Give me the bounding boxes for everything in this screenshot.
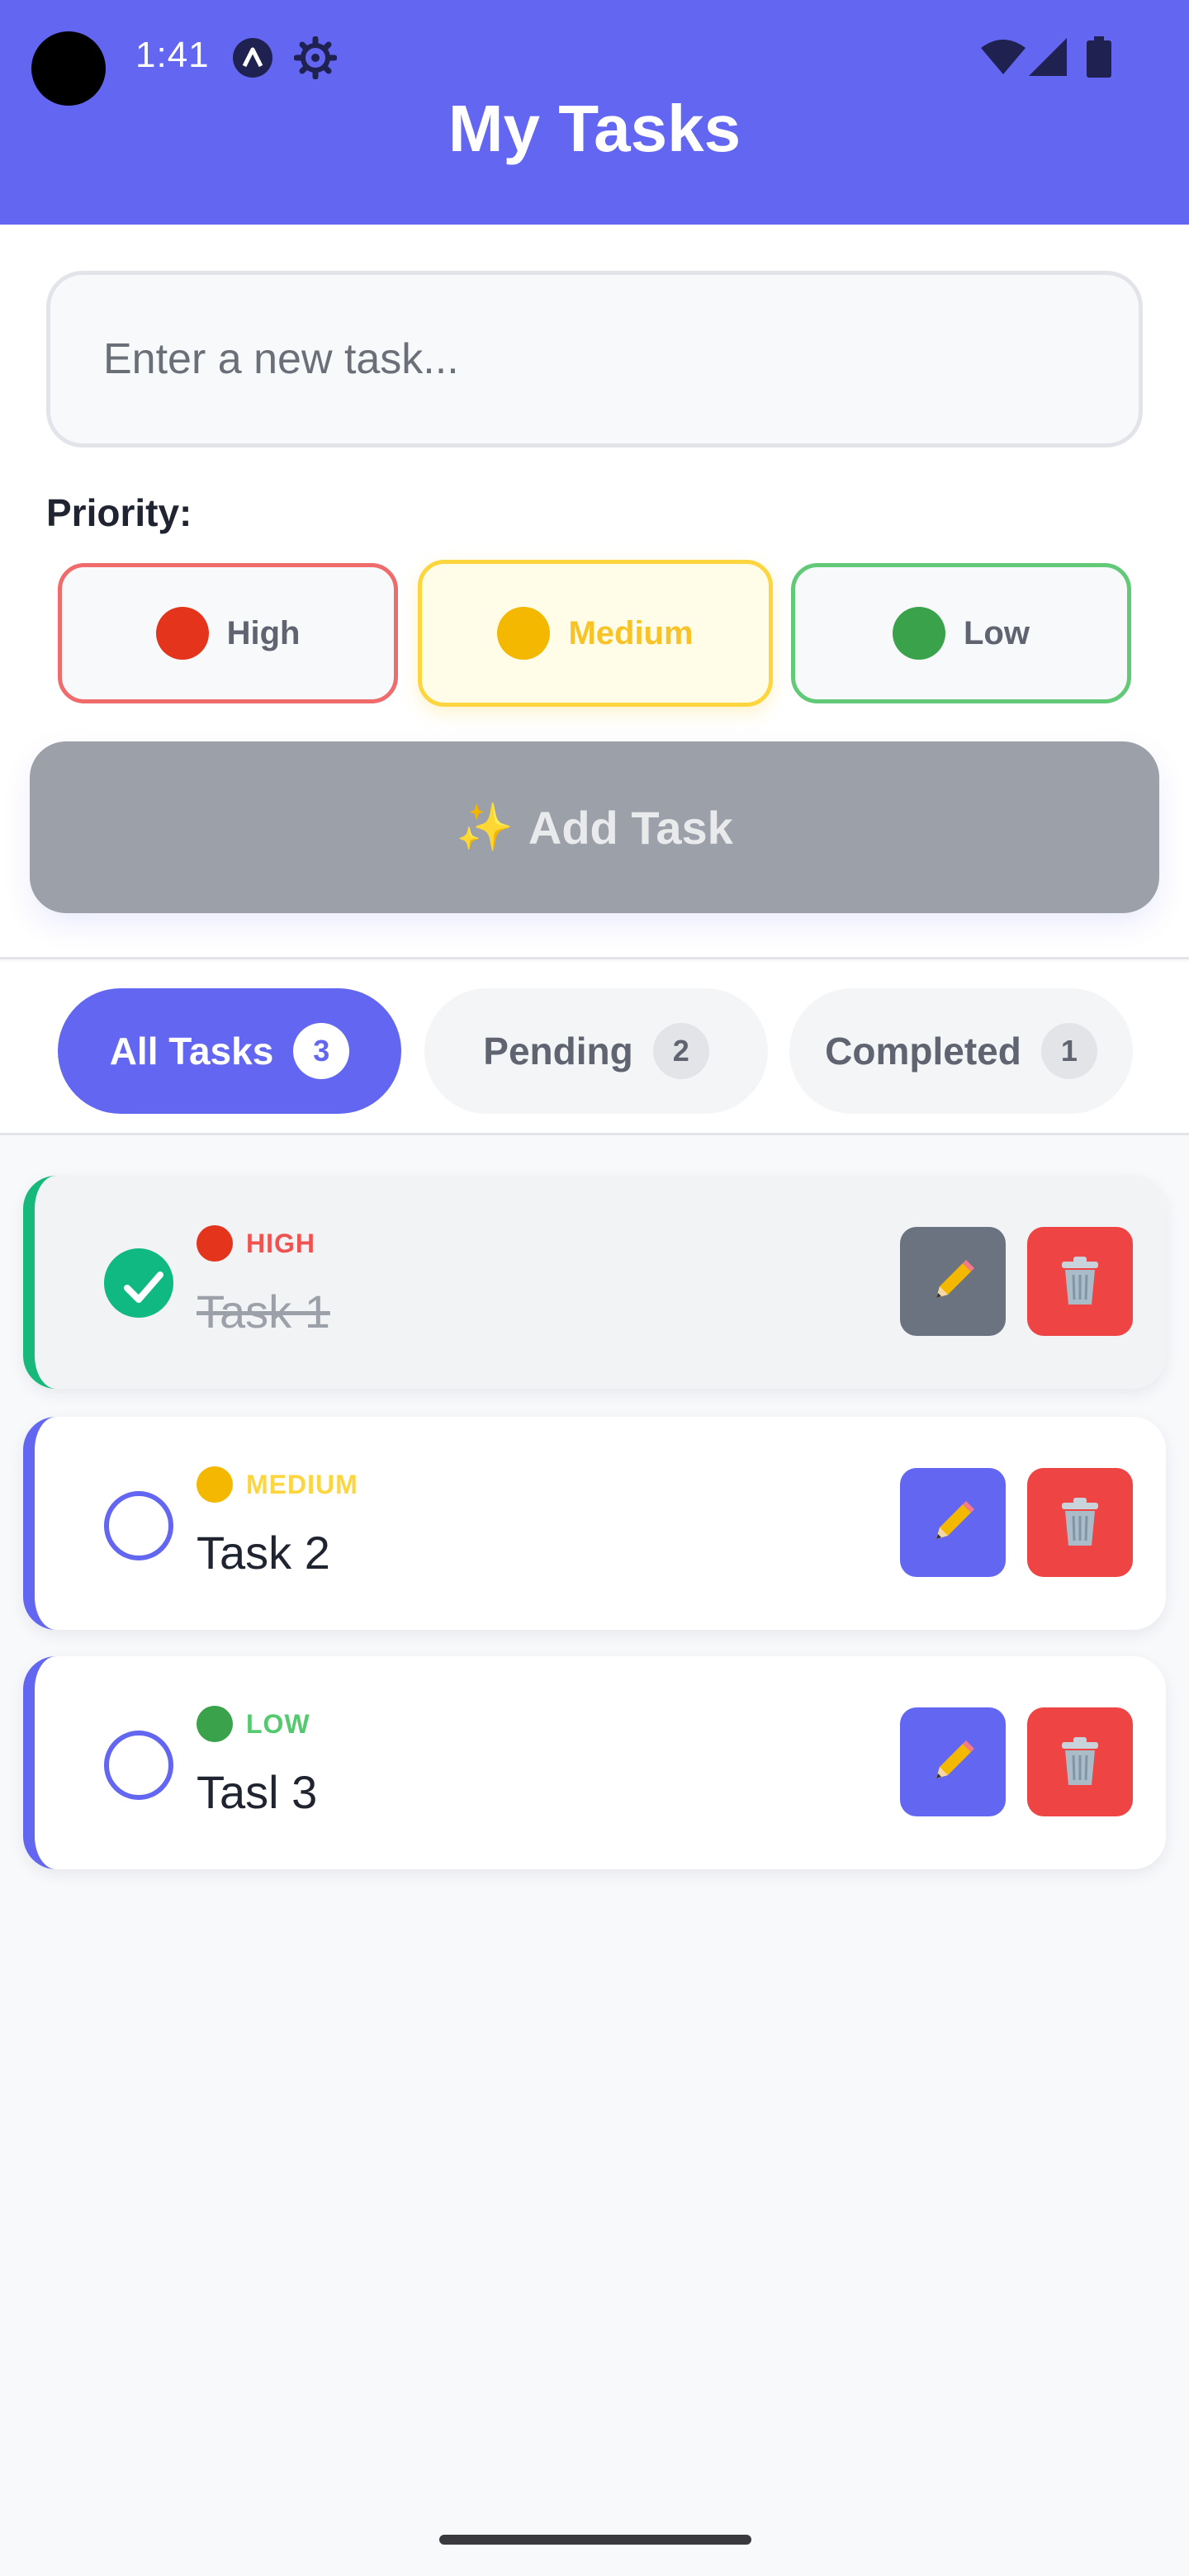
filter-tabs: All Tasks 3 Pending 2 Completed 1 bbox=[0, 962, 1189, 1135]
add-task-panel: Priority: High Medium Low ✨ Add Task bbox=[0, 225, 1189, 959]
gear-icon bbox=[294, 36, 337, 79]
battery-icon bbox=[1087, 36, 1111, 78]
priority-text: MEDIUM bbox=[246, 1469, 358, 1499]
priority-label: Priority: bbox=[46, 491, 192, 534]
priority-medium-label: Medium bbox=[568, 614, 694, 651]
yellow-circle-icon bbox=[497, 607, 551, 660]
wifi-icon bbox=[981, 40, 1026, 74]
priority-badge: MEDIUM bbox=[197, 1466, 358, 1503]
delete-task-button[interactable] bbox=[1027, 1707, 1133, 1816]
checkmark-icon bbox=[124, 1271, 163, 1303]
green-circle-icon bbox=[197, 1706, 233, 1742]
green-circle-icon bbox=[893, 607, 945, 660]
home-indicator[interactable] bbox=[439, 2535, 751, 2545]
new-task-input[interactable] bbox=[46, 271, 1143, 447]
status-time: 1:41 bbox=[135, 35, 210, 75]
trash-icon bbox=[1062, 1257, 1098, 1305]
task-text: Tasl 3 bbox=[197, 1766, 318, 1818]
task-card: LOW Tasl 3 bbox=[23, 1656, 1166, 1869]
pencil-icon bbox=[936, 1740, 974, 1778]
add-task-button[interactable]: ✨ Add Task bbox=[30, 741, 1159, 913]
task-card: HIGH Task 1 bbox=[23, 1176, 1166, 1389]
delete-task-button[interactable] bbox=[1027, 1468, 1133, 1577]
priority-high-label: High bbox=[226, 614, 301, 651]
edit-task-button[interactable] bbox=[900, 1707, 1006, 1816]
tab-count-badge: 1 bbox=[1040, 1023, 1097, 1079]
tab-all-tasks[interactable]: All Tasks 3 bbox=[58, 988, 401, 1114]
trash-icon bbox=[1062, 1498, 1098, 1546]
main-content: Priority: High Medium Low ✨ Add Task All… bbox=[0, 225, 1189, 2576]
red-circle-icon bbox=[197, 1225, 233, 1262]
yellow-circle-icon bbox=[197, 1466, 233, 1503]
priority-high-button[interactable]: High bbox=[58, 563, 398, 703]
task-checkbox[interactable] bbox=[104, 1491, 173, 1560]
task-card: MEDIUM Task 2 bbox=[23, 1417, 1166, 1630]
priority-badge: LOW bbox=[197, 1706, 310, 1742]
priority-low-button[interactable]: Low bbox=[791, 563, 1131, 703]
priority-text: HIGH bbox=[246, 1228, 315, 1258]
task-text: Task 2 bbox=[197, 1527, 330, 1579]
edit-task-button[interactable] bbox=[900, 1468, 1006, 1577]
a-icon bbox=[233, 38, 272, 78]
pencil-icon bbox=[936, 1260, 974, 1298]
tab-completed[interactable]: Completed 1 bbox=[789, 988, 1133, 1114]
priority-low-label: Low bbox=[964, 614, 1030, 651]
task-checkbox[interactable] bbox=[104, 1731, 173, 1800]
signal-icon bbox=[1029, 38, 1067, 76]
priority-badge: HIGH bbox=[197, 1225, 315, 1262]
edit-task-button[interactable] bbox=[900, 1227, 1006, 1336]
tab-pending[interactable]: Pending 2 bbox=[424, 988, 768, 1114]
trash-icon bbox=[1062, 1737, 1098, 1785]
app-header: 1:41 My Tasks bbox=[0, 0, 1189, 225]
task-text: Task 1 bbox=[197, 1286, 330, 1338]
sparkles-icon: ✨ bbox=[456, 801, 514, 853]
add-task-label: Add Task bbox=[528, 801, 733, 854]
priority-medium-button[interactable]: Medium bbox=[418, 560, 773, 707]
tab-count-badge: 2 bbox=[652, 1023, 709, 1079]
tab-label: Completed bbox=[825, 1030, 1021, 1073]
tab-label: All Tasks bbox=[109, 1030, 274, 1073]
pencil-icon bbox=[936, 1501, 974, 1539]
page-title: My Tasks bbox=[448, 92, 741, 165]
delete-task-button[interactable] bbox=[1027, 1227, 1133, 1336]
red-circle-icon bbox=[155, 607, 209, 660]
tab-label: Pending bbox=[483, 1030, 633, 1073]
tab-count-badge: 3 bbox=[293, 1023, 350, 1079]
task-checkbox[interactable] bbox=[104, 1248, 173, 1318]
priority-text: LOW bbox=[246, 1708, 310, 1739]
